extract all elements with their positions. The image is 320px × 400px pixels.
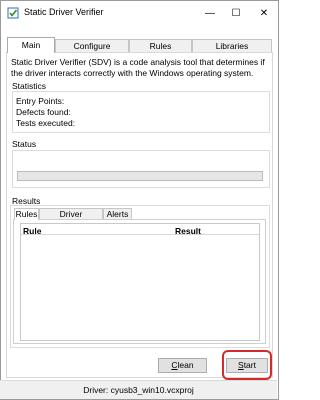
start-button-highlight	[222, 350, 272, 380]
title-bar[interactable]: Static Driver Verifier — ☐ ✕	[1, 1, 278, 25]
close-icon[interactable]: ✕	[251, 1, 277, 25]
status-group	[12, 150, 270, 188]
status-bar: Driver: cyusb3_win10.vcxproj	[0, 380, 277, 399]
sdv-check-icon	[7, 7, 19, 19]
tab-results-rules[interactable]: Rules	[14, 208, 39, 220]
minimize-icon[interactable]: —	[197, 1, 223, 25]
defects-found-label: Defects found:	[16, 107, 71, 117]
status-progress-bar	[17, 171, 263, 181]
results-list[interactable]	[20, 223, 260, 341]
maximize-icon[interactable]: ☐	[223, 1, 249, 25]
clean-button[interactable]: Clean	[158, 358, 207, 373]
window-title: Static Driver Verifier	[24, 7, 104, 17]
clean-label: lean	[177, 360, 194, 370]
tests-executed-label: Tests executed:	[16, 118, 76, 128]
statistics-label: Statistics	[12, 81, 47, 91]
description-text: Static Driver Verifier (SDV) is a code a…	[11, 57, 265, 78]
tab-main[interactable]: Main	[7, 37, 55, 53]
status-label: Status	[12, 139, 37, 149]
column-header-divider	[21, 234, 259, 235]
tab-rules[interactable]: Rules	[129, 39, 192, 53]
entry-points-label: Entry Points:	[16, 96, 65, 106]
tab-libraries[interactable]: Libraries	[192, 39, 272, 53]
tab-configure[interactable]: Configure	[55, 39, 129, 53]
main-tab-strip: Main Configure Rules Libraries	[7, 37, 272, 53]
